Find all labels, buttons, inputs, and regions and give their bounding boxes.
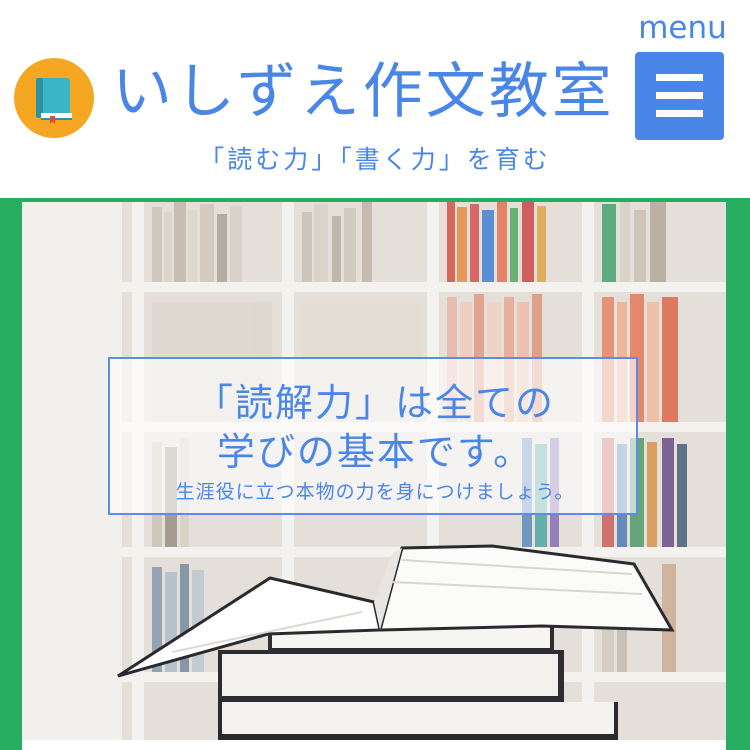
- hero-subline: 生涯役に立つ本物の力を身につけましょう。: [175, 481, 575, 503]
- menu-label[interactable]: menu: [635, 8, 730, 48]
- hero-headline-line1: 「読解力」は全ての: [194, 381, 555, 425]
- book-icon: [36, 78, 72, 124]
- site-title[interactable]: いしずえ作文教室: [112, 52, 615, 132]
- hero-headline-line2: 学びの基本です。: [216, 430, 534, 474]
- content-start-strip: [22, 740, 726, 750]
- menu-button[interactable]: [635, 52, 724, 140]
- site-logo[interactable]: [14, 58, 94, 138]
- site-header: いしずえ作文教室 「読む力」「書く力」を育む menu: [0, 0, 750, 198]
- site-tagline: 「読む力」「書く力」を育む: [199, 145, 551, 174]
